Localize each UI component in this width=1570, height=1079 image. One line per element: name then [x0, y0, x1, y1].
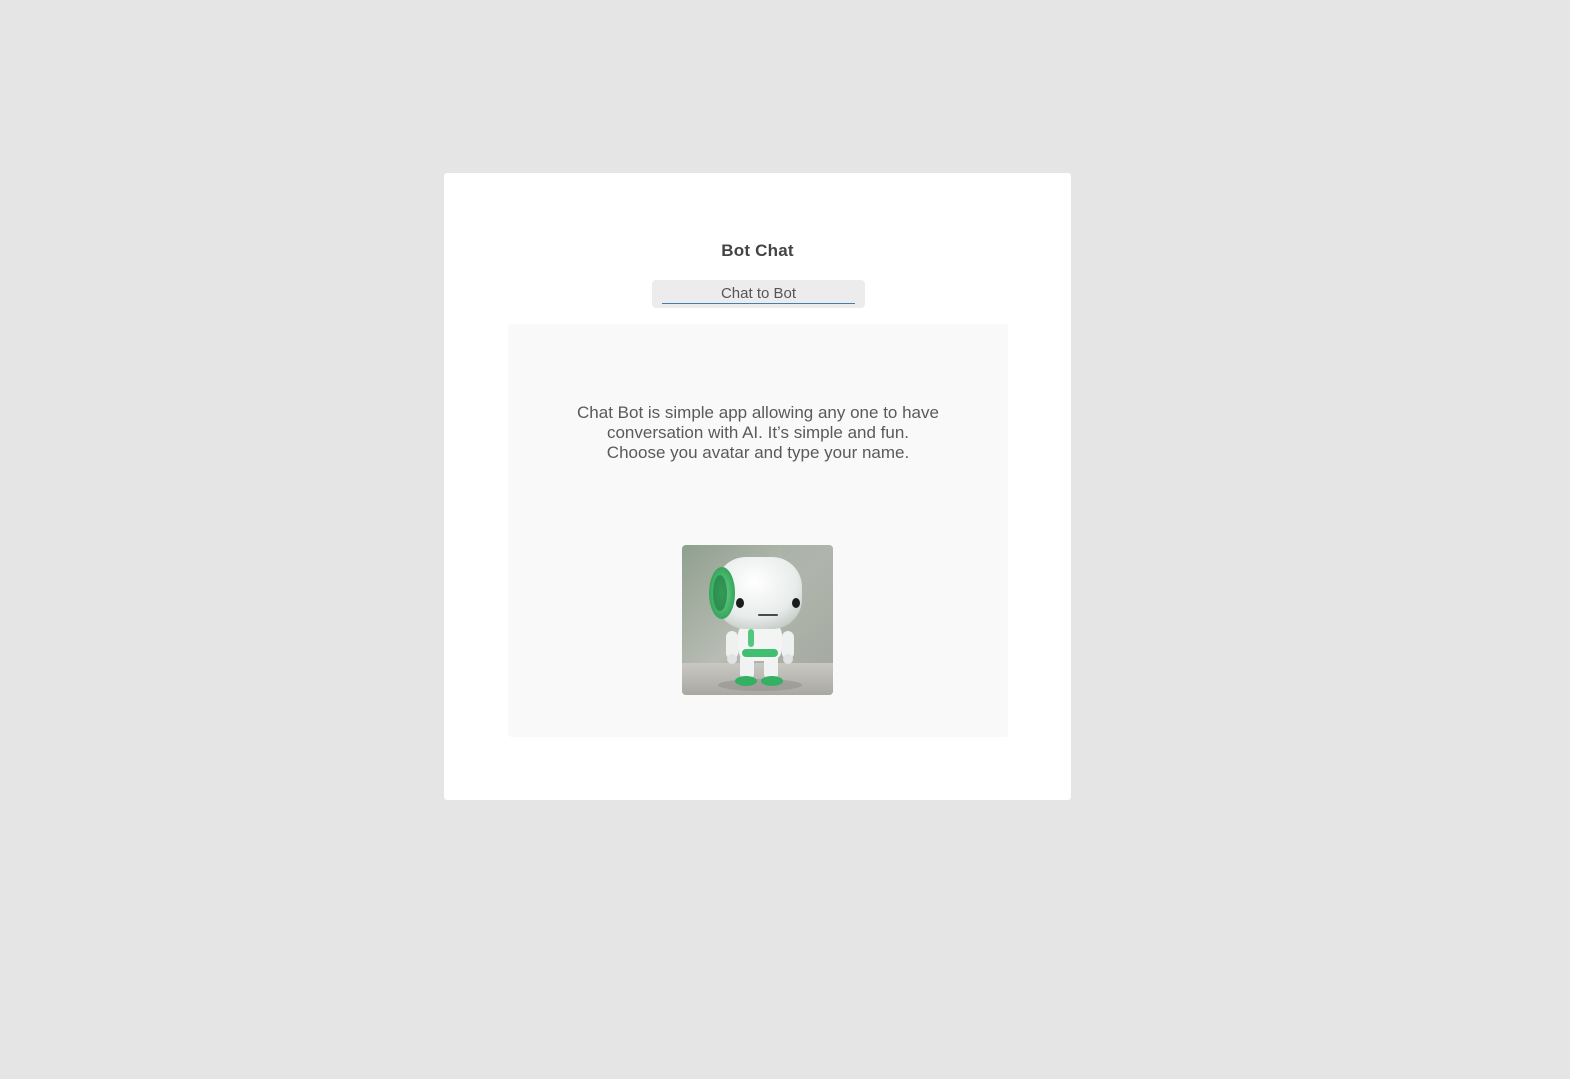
- chat-to-bot-button-label: Chat to Bot: [662, 284, 855, 304]
- robot-avatar-icon: [682, 545, 833, 695]
- intro-line-3: Choose you avatar and type your name.: [606, 443, 910, 462]
- page-title: Bot Chat: [721, 241, 794, 260]
- intro-line-1: Chat Bot is simple app allowing any one …: [577, 403, 939, 422]
- intro-panel: Chat Bot is simple app allowing any one …: [508, 324, 1008, 737]
- chat-to-bot-button[interactable]: Chat to Bot: [652, 280, 865, 308]
- intro-line-2: conversation with AI. It’s simple and fu…: [606, 423, 910, 442]
- intro-text: Chat Bot is simple app allowing any one …: [548, 403, 968, 463]
- login-card: Bot Chat Chat to Bot Chat Bot is simple …: [444, 173, 1071, 800]
- robot-avatar-image[interactable]: [682, 545, 833, 695]
